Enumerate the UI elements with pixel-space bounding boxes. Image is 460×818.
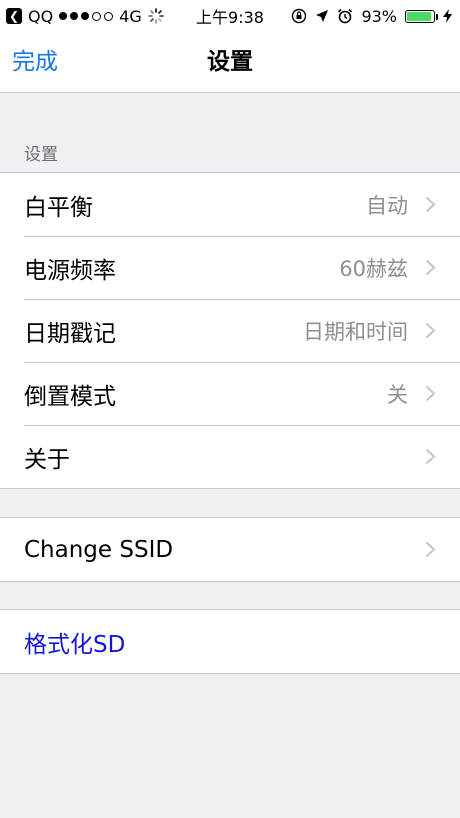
- alarm-clock-icon: [338, 8, 353, 24]
- row-date-stamp[interactable]: 日期戳记 日期和时间: [0, 299, 460, 362]
- chevron-right-icon: [425, 196, 436, 213]
- row-value: 60赫兹: [339, 256, 408, 281]
- row-label: 白平衡: [24, 194, 93, 221]
- ssid-group: Change SSID: [0, 517, 460, 582]
- page-title: 设置: [207, 49, 253, 75]
- charging-bolt-icon: [443, 9, 452, 23]
- status-time: 上午9:38: [196, 8, 264, 27]
- back-to-app-icon[interactable]: ❮: [6, 8, 22, 24]
- row-label: 电源频率: [24, 257, 116, 284]
- format-sd-button[interactable]: 格式化SD: [0, 610, 460, 673]
- section-header: 设置: [24, 145, 58, 165]
- row-about[interactable]: 关于: [0, 425, 460, 488]
- orientation-lock-icon: [292, 8, 307, 24]
- row-power-frequency[interactable]: 电源频率 60赫兹: [0, 236, 460, 299]
- format-sd-label: 格式化SD: [24, 631, 126, 658]
- chevron-right-icon: [425, 385, 436, 402]
- chevron-right-icon: [425, 541, 436, 558]
- row-label: 日期戳记: [24, 320, 116, 347]
- row-label: 倒置模式: [24, 383, 116, 410]
- back-app-label[interactable]: QQ: [28, 7, 53, 26]
- done-button[interactable]: 完成: [12, 32, 58, 92]
- row-inverted-mode[interactable]: 倒置模式 关: [0, 362, 460, 425]
- settings-group: 白平衡 自动 电源频率 60赫兹 日期戳记 日期和时间 倒置模式 关 关于: [0, 172, 460, 489]
- row-white-balance[interactable]: 白平衡 自动: [0, 173, 460, 236]
- activity-spinner-icon: [147, 8, 164, 24]
- location-arrow-icon: [316, 10, 329, 22]
- row-label: Change SSID: [24, 536, 174, 563]
- status-bar: ❮ QQ 4G 上午9:38 93%: [0, 0, 460, 32]
- chevron-right-icon: [425, 259, 436, 276]
- format-group: 格式化SD: [0, 609, 460, 674]
- row-label: 关于: [24, 446, 70, 473]
- chevron-right-icon: [425, 322, 436, 339]
- signal-strength-icon: [59, 11, 114, 21]
- row-change-ssid[interactable]: Change SSID: [0, 518, 460, 581]
- row-value: 自动: [366, 193, 408, 218]
- navigation-bar: 完成 设置: [0, 32, 460, 93]
- network-type: 4G: [119, 6, 142, 26]
- battery-icon: [405, 9, 438, 23]
- battery-percent: 93%: [361, 6, 397, 26]
- row-value: 日期和时间: [303, 319, 408, 344]
- chevron-right-icon: [425, 448, 436, 465]
- row-value: 关: [387, 382, 408, 407]
